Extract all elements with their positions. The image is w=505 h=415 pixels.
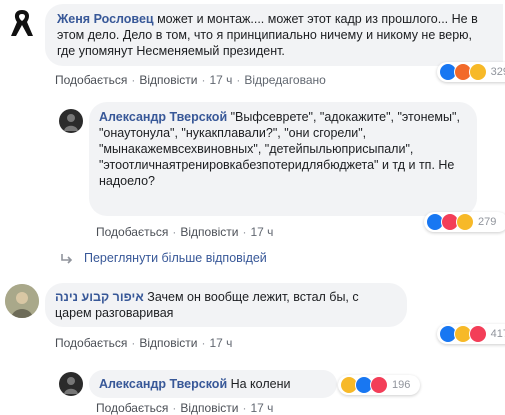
comment-author[interactable]: איפור קבוע נינה	[55, 290, 144, 304]
comment-body: איפור קבוע נינה Зачем он вообще лежит, в…	[45, 283, 407, 327]
heart-icon	[370, 376, 388, 394]
comment-body: Женя Рословец может и монтаж.... может э…	[45, 4, 503, 66]
sad-icon	[456, 213, 474, 231]
reactions-summary[interactable]: 329	[437, 62, 505, 82]
timestamp[interactable]: 17 ч	[250, 225, 273, 239]
like-link[interactable]: Подобається	[96, 225, 168, 239]
avatar[interactable]	[5, 284, 39, 318]
reaction-count: 196	[392, 379, 411, 391]
black-ribbon-icon	[11, 10, 33, 36]
reactions-summary[interactable]: 279	[424, 212, 505, 232]
comment-body: Александр Тверской "Выфсеврете", "адокаж…	[89, 102, 477, 196]
comment-actions: Подобається · Відповісти · 17 ч · Відредагован…	[55, 73, 326, 87]
profile-photo-icon	[64, 377, 78, 394]
comment-actions: Подобається · Відповісти · 17 ч	[96, 225, 274, 239]
edited-label[interactable]: Відредаговано	[244, 73, 325, 87]
comment-author[interactable]: Женя Рословец	[57, 12, 154, 26]
haha-icon	[468, 63, 487, 81]
reaction-count: 279	[478, 216, 497, 228]
avatar[interactable]	[59, 109, 83, 133]
reply-link[interactable]: Відповісти	[139, 336, 197, 350]
reaction-count: 417	[490, 328, 505, 340]
avatar[interactable]	[59, 372, 83, 396]
comment-author[interactable]: Александр Тверской	[99, 110, 227, 124]
reply-link[interactable]: Відповісти	[180, 225, 238, 239]
heart-icon	[468, 325, 487, 343]
like-link[interactable]: Подобається	[55, 73, 127, 87]
reactions-summary[interactable]: 196	[338, 375, 420, 395]
comment-bubble: איפור קבוע נינה Зачем он вообще лежит, в…	[45, 283, 407, 327]
reply-arrow-icon	[61, 254, 73, 264]
profile-photo-icon	[64, 114, 78, 131]
comment-bubble: Александр Тверской "Выфсеврете", "адокаж…	[89, 102, 477, 216]
reply-link[interactable]: Відповісти	[139, 73, 197, 87]
comment-bubble: Женя Рословец может и монтаж.... может э…	[45, 4, 503, 66]
comment-author[interactable]: Александр Тверской	[99, 377, 227, 391]
more-replies-label[interactable]: Переглянути більше відповідей	[84, 251, 267, 265]
avatar[interactable]	[5, 6, 39, 40]
comment-bubble: Александр Тверской На колени	[89, 370, 337, 398]
like-link[interactable]: Подобається	[55, 336, 127, 350]
timestamp[interactable]: 17 ч	[209, 336, 232, 350]
comment-body: Александр Тверской На колени	[89, 370, 337, 398]
reactions-summary[interactable]: 417	[437, 324, 505, 344]
timestamp[interactable]: 17 ч	[250, 401, 273, 415]
reaction-count: 329	[490, 66, 505, 78]
profile-photo-icon	[5, 284, 39, 318]
comment-text: На колени	[230, 377, 291, 391]
timestamp[interactable]: 17 ч	[209, 73, 232, 87]
comment-actions: Подобається · Відповісти · 17 ч	[96, 401, 274, 415]
more-replies-link[interactable]: Переглянути більше відповідей	[60, 251, 267, 265]
reply-link[interactable]: Відповісти	[180, 401, 238, 415]
comment-actions: Подобається · Відповісти · 17 ч	[55, 336, 233, 350]
like-link[interactable]: Подобається	[96, 401, 168, 415]
